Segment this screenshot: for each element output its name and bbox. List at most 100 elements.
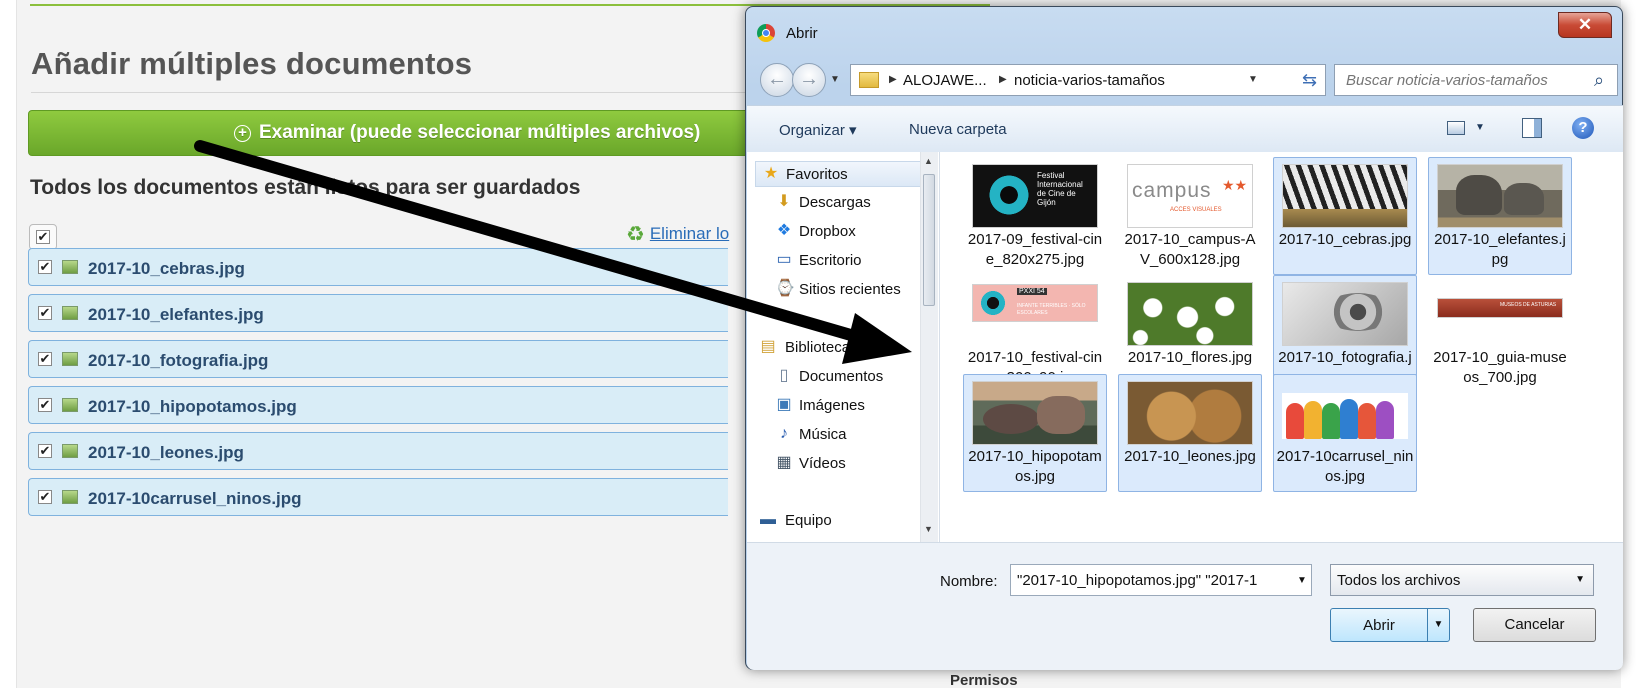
- nav-item-musica[interactable]: ♪ Música: [747, 422, 927, 448]
- breadcrumb-item[interactable]: ALOJAWE...: [903, 72, 987, 89]
- file-tile[interactable]: 2017-10_elefantes.jpg: [1428, 157, 1572, 275]
- nav-item-descargas[interactable]: ⬇ Descargas: [747, 190, 927, 216]
- file-tile[interactable]: Festival Internacional de Cine de Gijón …: [963, 157, 1107, 275]
- dialog-toolbar: Organizar ▾ Nueva carpeta ▼ ?: [747, 105, 1623, 153]
- thumbnail-cebras: [1282, 164, 1408, 228]
- image-file-icon: [62, 490, 78, 504]
- remove-all-link[interactable]: ♻ Eliminar lo: [626, 222, 729, 247]
- nav-scrollbar[interactable]: ▲ ▼: [920, 152, 938, 542]
- row-checkbox[interactable]: ✔: [38, 398, 52, 412]
- refresh-icon: ⇆: [1301, 70, 1318, 90]
- forward-button[interactable]: →: [792, 63, 826, 97]
- scroll-up-icon[interactable]: ▲: [924, 156, 933, 166]
- file-row[interactable]: ✔ 2017-10_fotografia.jpg: [28, 340, 728, 378]
- file-row[interactable]: ✔ 2017-10_hipopotamos.jpg: [28, 386, 728, 424]
- dialog-footer: [747, 542, 1623, 670]
- search-icon[interactable]: ⌕: [1594, 70, 1604, 91]
- file-list: Festival Internacional de Cine de Gijón …: [940, 152, 1623, 542]
- organize-menu[interactable]: Organizar ▾: [779, 121, 857, 139]
- file-tile[interactable]: 2017-10carrusel_ninos.jpg: [1273, 374, 1417, 492]
- close-button[interactable]: ✕: [1558, 12, 1612, 38]
- nav-item-sitios-recientes[interactable]: ⌚ Sitios recientes: [747, 277, 927, 303]
- breadcrumb-separator-icon: ▶: [889, 74, 897, 85]
- cancel-button[interactable]: Cancelar: [1473, 608, 1596, 642]
- music-icon: ♪: [780, 425, 788, 442]
- file-name-label: Nombre:: [940, 573, 998, 590]
- row-checkbox[interactable]: ✔: [38, 444, 52, 458]
- image-file-icon: [62, 306, 78, 320]
- recent-locations-dropdown[interactable]: ▼: [830, 74, 840, 85]
- preview-pane-icon[interactable]: [1522, 118, 1542, 138]
- plus-circle-icon: +: [234, 125, 251, 142]
- breadcrumb-item[interactable]: noticia-varios-tamaños: [1014, 72, 1165, 89]
- thumbnail-flores: [1127, 282, 1253, 346]
- nav-item-label: Bibliotecas: [785, 339, 858, 356]
- nav-item-escritorio[interactable]: ▭ Escritorio: [747, 248, 927, 274]
- dropbox-icon: ❖: [776, 222, 792, 239]
- permissions-label: Permisos: [950, 672, 1018, 689]
- address-bar[interactable]: ▶ ALOJAWE... ▶ noticia-varios-tamaños ▼: [850, 64, 1312, 96]
- file-tile[interactable]: 2017-10_leones.jpg: [1118, 374, 1262, 492]
- file-row[interactable]: ✔ 2017-10_leones.jpg: [28, 432, 728, 470]
- select-all-checkbox[interactable]: ✔: [29, 224, 57, 250]
- row-checkbox[interactable]: ✔: [38, 352, 52, 366]
- thumbnail-festival-cine: Festival Internacional de Cine de Gijón: [972, 164, 1098, 228]
- thumbnail-leones: [1127, 381, 1253, 445]
- file-name: 2017-10_leones.jpg: [88, 443, 244, 462]
- file-name-dropdown-icon[interactable]: ▼: [1297, 575, 1307, 586]
- back-button[interactable]: ←: [760, 63, 794, 97]
- file-name: 2017-10_campus-AV_600x128.jpg: [1124, 231, 1256, 268]
- folder-icon: [859, 72, 879, 88]
- file-tile[interactable]: 2017-10_cebras.jpg: [1273, 157, 1417, 275]
- scroll-down-icon[interactable]: ▼: [924, 524, 933, 534]
- file-tile[interactable]: campus ★★ ACCES VISUALES 2017-10_campus-…: [1118, 157, 1262, 275]
- dialog-titlebar[interactable]: Abrir: [746, 7, 1622, 49]
- address-dropdown-icon[interactable]: ▼: [1248, 74, 1258, 85]
- view-dropdown-icon[interactable]: ▼: [1475, 122, 1485, 133]
- refresh-button[interactable]: ⇆: [1294, 64, 1326, 96]
- file-tile[interactable]: 2017-10_hipopotamos.jpg: [963, 374, 1107, 492]
- file-row[interactable]: ✔ 2017-10_cebras.jpg: [28, 248, 728, 286]
- row-checkbox[interactable]: ✔: [38, 306, 52, 320]
- file-type-select[interactable]: Todos los archivos ▼: [1330, 564, 1594, 596]
- chevron-down-icon: ▼: [1575, 574, 1585, 585]
- open-button[interactable]: Abrir ▼: [1330, 608, 1450, 642]
- nav-item-videos[interactable]: ▦ Vídeos: [747, 451, 927, 477]
- nav-item-label: Música: [799, 426, 847, 443]
- nav-item-dropbox[interactable]: ❖ Dropbox: [747, 219, 927, 245]
- file-name: 2017-10_flores.jpg: [1127, 349, 1253, 366]
- view-mode-icon[interactable]: [1447, 121, 1465, 135]
- file-name-input[interactable]: [1010, 564, 1312, 596]
- file-type-value: Todos los archivos: [1337, 572, 1461, 589]
- file-name: 2017-10_guia-museos_700.jpg: [1433, 349, 1567, 386]
- nav-item-favoritos[interactable]: ★ Favoritos: [755, 161, 925, 187]
- help-icon[interactable]: ?: [1572, 117, 1594, 139]
- file-name: 2017-10_hipopotamos.jpg: [968, 448, 1102, 485]
- file-name: 2017-10_leones.jpg: [1124, 448, 1256, 465]
- breadcrumb-separator-icon: ▶: [999, 74, 1007, 85]
- computer-icon: ▬: [760, 511, 776, 528]
- nav-item-bibliotecas[interactable]: ▤ Bibliotecas: [747, 335, 927, 361]
- browse-button-label: Examinar (puede seleccionar múltiples ar…: [259, 122, 701, 143]
- thumbnail-caption: campus: [1132, 179, 1212, 202]
- new-folder-button[interactable]: Nueva carpeta: [909, 121, 1007, 138]
- desktop-icon: ▭: [776, 251, 792, 268]
- open-options-dropdown-icon[interactable]: ▼: [1427, 609, 1449, 641]
- file-tile[interactable]: MUSEOS DE ASTURIAS 2017-10_guia-museos_7…: [1428, 275, 1572, 393]
- row-checkbox[interactable]: ✔: [38, 490, 52, 504]
- nav-item-label: Sitios recientes: [799, 281, 901, 298]
- row-checkbox[interactable]: ✔: [38, 260, 52, 274]
- nav-item-label: Documentos: [799, 368, 884, 385]
- recent-places-icon: ⌚: [775, 280, 795, 297]
- scrollbar-thumb[interactable]: [923, 174, 935, 306]
- file-row[interactable]: ✔ 2017-10carrusel_ninos.jpg: [28, 478, 728, 516]
- nav-item-imagenes[interactable]: ▣ Imágenes: [747, 393, 927, 419]
- star-icon: ★: [763, 165, 779, 182]
- nav-item-equipo[interactable]: ▬ Equipo: [747, 508, 927, 534]
- image-file-icon: [62, 260, 78, 274]
- documents-icon: ▯: [779, 367, 789, 384]
- search-input[interactable]: [1334, 64, 1618, 96]
- close-icon: ✕: [1577, 15, 1593, 34]
- nav-item-documentos[interactable]: ▯ Documentos: [747, 364, 927, 390]
- file-row[interactable]: ✔ 2017-10_elefantes.jpg: [28, 294, 728, 332]
